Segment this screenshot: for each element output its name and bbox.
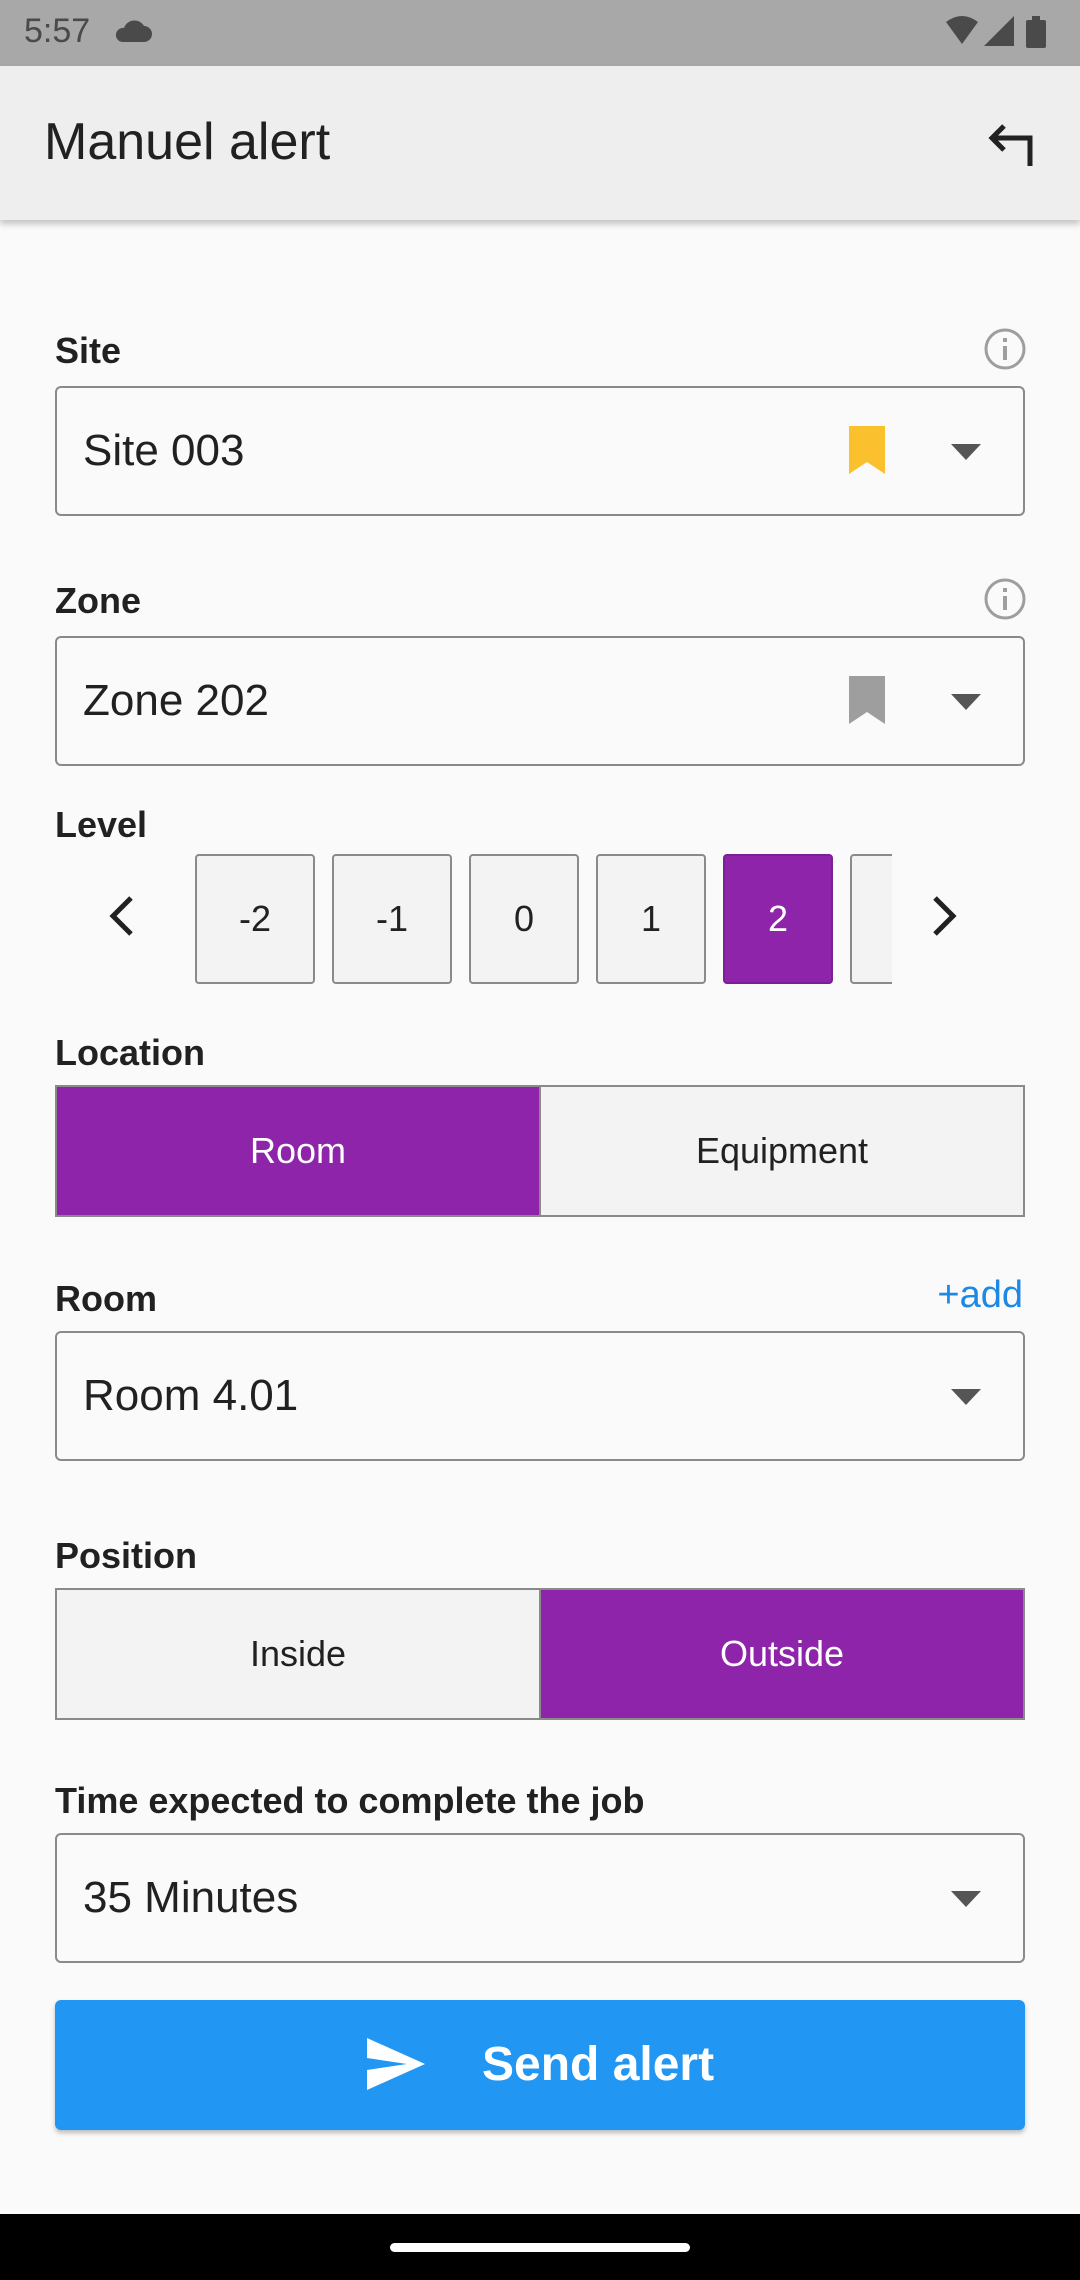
chevron-down-icon [951,1891,981,1907]
level-option[interactable]: 0 [469,854,579,984]
level-option[interactable]: 1 [596,854,706,984]
bookmark-icon[interactable] [847,674,887,726]
bookmark-icon[interactable] [847,424,887,476]
zone-label: Zone [55,580,141,621]
app-bar: Manuel alert [0,66,1080,220]
time-expected-label: Time expected to complete the job [55,1780,645,1821]
chevron-left-icon[interactable] [93,886,153,946]
position-label: Position [55,1535,197,1576]
send-alert-button[interactable]: Send alert [55,2000,1025,2130]
level-option-partial[interactable] [850,854,892,984]
send-alert-label: Send alert [482,2038,715,2091]
site-info-icon[interactable] [983,327,1027,371]
battery-icon [1026,16,1046,48]
location-option-room[interactable]: Room [57,1087,539,1215]
chevron-down-icon [951,694,981,710]
chevron-right-icon[interactable] [913,886,973,946]
site-dropdown[interactable]: Site 003 [55,386,1025,516]
zone-info-icon[interactable] [983,577,1027,621]
status-bar: 5:57 [0,0,1080,66]
room-label: Room [55,1278,157,1319]
status-time: 5:57 [24,12,91,50]
time-expected-dropdown[interactable]: 35 Minutes [55,1833,1025,1963]
site-value: Site 003 [83,426,245,475]
room-value: Room 4.01 [83,1371,299,1420]
page-title: Manuel alert [44,113,331,171]
location-option-equipment[interactable]: Equipment [539,1087,1023,1215]
position-option-outside[interactable]: Outside [539,1590,1023,1718]
system-status-icons [946,16,1046,48]
cellular-signal-icon [984,16,1014,46]
back-arrow-icon[interactable] [980,116,1040,176]
level-label: Level [55,804,148,845]
level-option-selected[interactable]: 2 [723,854,833,984]
chevron-down-icon [951,444,981,460]
navigation-bar [0,2214,1080,2280]
site-label: Site [55,330,122,371]
zone-value: Zone 202 [83,676,269,725]
level-options: -2 -1 0 1 2 [195,854,892,986]
location-toggle: Room Equipment [55,1085,1025,1217]
chevron-down-icon [951,1389,981,1405]
wifi-icon [946,16,978,44]
level-option[interactable]: -1 [332,854,452,984]
position-option-inside[interactable]: Inside [57,1590,539,1718]
home-gesture-handle[interactable] [390,2243,690,2252]
zone-dropdown[interactable]: Zone 202 [55,636,1025,766]
room-dropdown[interactable]: Room 4.01 [55,1331,1025,1461]
send-icon [367,2038,425,2090]
cloud-icon [115,20,152,42]
position-toggle: Inside Outside [55,1588,1025,1720]
level-selector: -2 -1 0 1 2 [55,854,1025,986]
add-room-link[interactable]: +add [937,1274,1023,1317]
level-option[interactable]: -2 [195,854,315,984]
location-label: Location [55,1032,205,1073]
time-expected-value: 35 Minutes [83,1873,299,1922]
